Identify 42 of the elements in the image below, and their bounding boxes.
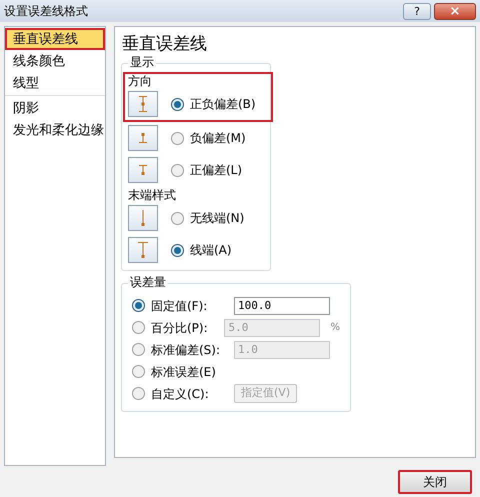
radio-button[interactable] bbox=[171, 212, 184, 224]
dialog-close-button[interactable]: 关闭 bbox=[398, 470, 472, 494]
sidebar-item[interactable]: 阴影 bbox=[5, 97, 105, 119]
option-label: 正负偏差(B) bbox=[190, 96, 256, 113]
error-bar-style-button[interactable] bbox=[128, 157, 158, 183]
radio-button[interactable] bbox=[171, 164, 184, 176]
error-bar-icon bbox=[141, 210, 145, 226]
panel-heading: 垂直误差线 bbox=[122, 33, 208, 56]
option-label: 正偏差(L) bbox=[190, 162, 242, 179]
window-title: 设置误差线格式 bbox=[4, 3, 88, 20]
option-label: 无线端(N) bbox=[190, 210, 244, 227]
option-label: 固定值(F): bbox=[151, 298, 208, 314]
sidebar-item[interactable]: 线条颜色 bbox=[5, 50, 105, 72]
error-bar-style-button[interactable] bbox=[128, 125, 158, 151]
group-legend: 误差量 bbox=[128, 275, 168, 289]
sidebar-item[interactable]: 线型 bbox=[5, 72, 105, 94]
option-label: 百分比(P): bbox=[151, 320, 208, 336]
radio-button[interactable] bbox=[132, 299, 145, 312]
option-label: 线端(A) bbox=[190, 242, 232, 259]
radio-button[interactable] bbox=[171, 132, 184, 144]
option-label: 负偏差(M) bbox=[190, 130, 246, 147]
error-bar-icon bbox=[139, 165, 147, 175]
sidebar-item[interactable]: 垂直误差线 bbox=[5, 28, 105, 50]
unit-label: % bbox=[330, 321, 340, 335]
section-label: 末端样式 bbox=[128, 188, 177, 202]
help-button[interactable]: ? bbox=[403, 2, 431, 20]
radio-button[interactable] bbox=[171, 98, 184, 110]
group-legend: 显示 bbox=[128, 55, 156, 69]
error-bar-style-button[interactable] bbox=[128, 205, 158, 231]
option-label: 自定义(C): bbox=[151, 386, 209, 402]
error-bar-style-button[interactable] bbox=[128, 91, 158, 117]
option-label: 标准误差(E) bbox=[151, 364, 216, 380]
error-bar-style-button[interactable] bbox=[128, 237, 158, 263]
error-bar-icon bbox=[138, 242, 148, 258]
value-field[interactable]: 100.0 bbox=[234, 296, 330, 314]
option-label: 标准偏差(S): bbox=[151, 342, 220, 358]
radio-button[interactable] bbox=[171, 244, 184, 256]
sidebar-item[interactable]: 发光和柔化边缘 bbox=[5, 119, 105, 141]
error-bar-icon bbox=[139, 133, 147, 143]
section-label: 方向 bbox=[128, 74, 153, 88]
error-bar-icon bbox=[139, 96, 147, 112]
radio-button[interactable] bbox=[132, 365, 145, 378]
